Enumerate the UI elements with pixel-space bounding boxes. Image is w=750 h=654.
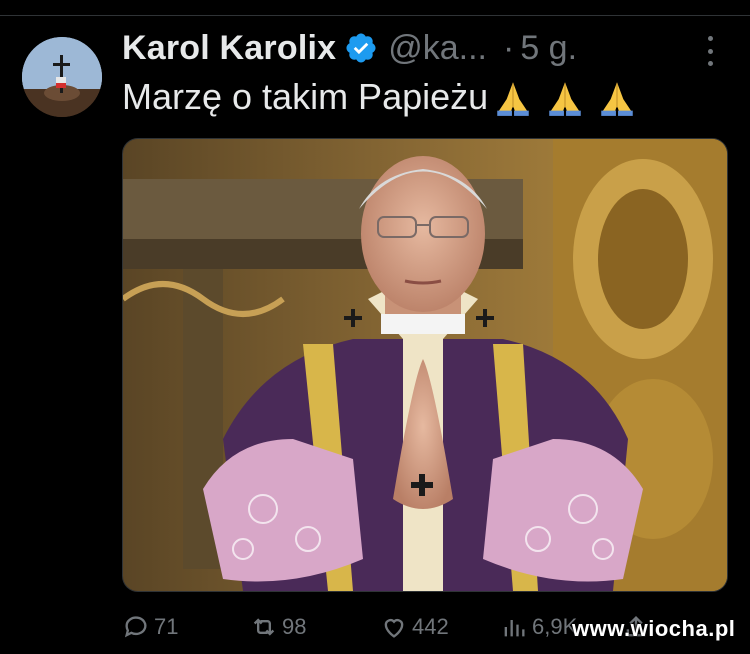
author-handle[interactable]: @ka...: [388, 29, 487, 68]
reply-count: 71: [154, 614, 179, 639]
like-button[interactable]: 442: [380, 610, 449, 644]
repost-button[interactable]: 98: [250, 610, 306, 644]
reply-button[interactable]: 71: [122, 610, 178, 644]
views-button[interactable]: 6,9K: [500, 610, 577, 644]
folded-hands-icon: [549, 82, 581, 116]
separator-dot: ·: [503, 28, 515, 67]
folded-hands-emoji-group: [492, 76, 638, 118]
repost-count: 98: [282, 614, 307, 639]
timestamp[interactable]: 5 g.: [520, 29, 577, 68]
views-icon: [504, 620, 525, 637]
tweet-text-row: Marzę o takim Papieżu: [122, 76, 638, 118]
views-count: 6,9K: [532, 614, 578, 639]
repost-icon: [253, 618, 275, 636]
avatar[interactable]: [22, 37, 102, 117]
watermark: www.wiocha.pl: [572, 616, 736, 641]
like-count: 442: [412, 614, 449, 639]
more-icon[interactable]: [698, 36, 722, 66]
reply-icon: [124, 616, 147, 638]
author-name[interactable]: Karol Karolix: [122, 29, 336, 68]
folded-hands-icon: [497, 82, 529, 116]
verified-badge-icon: [344, 31, 378, 65]
tweet[interactable]: Karol Karolix @ka... · 5 g. Marzę o taki…: [0, 0, 750, 654]
tweet-text: Marzę o takim Papieżu: [122, 76, 489, 117]
folded-hands-icon: [601, 82, 633, 116]
like-icon: [384, 619, 404, 638]
tweet-header: Karol Karolix @ka... · 5 g.: [122, 26, 577, 70]
tweet-photo[interactable]: [122, 138, 728, 592]
